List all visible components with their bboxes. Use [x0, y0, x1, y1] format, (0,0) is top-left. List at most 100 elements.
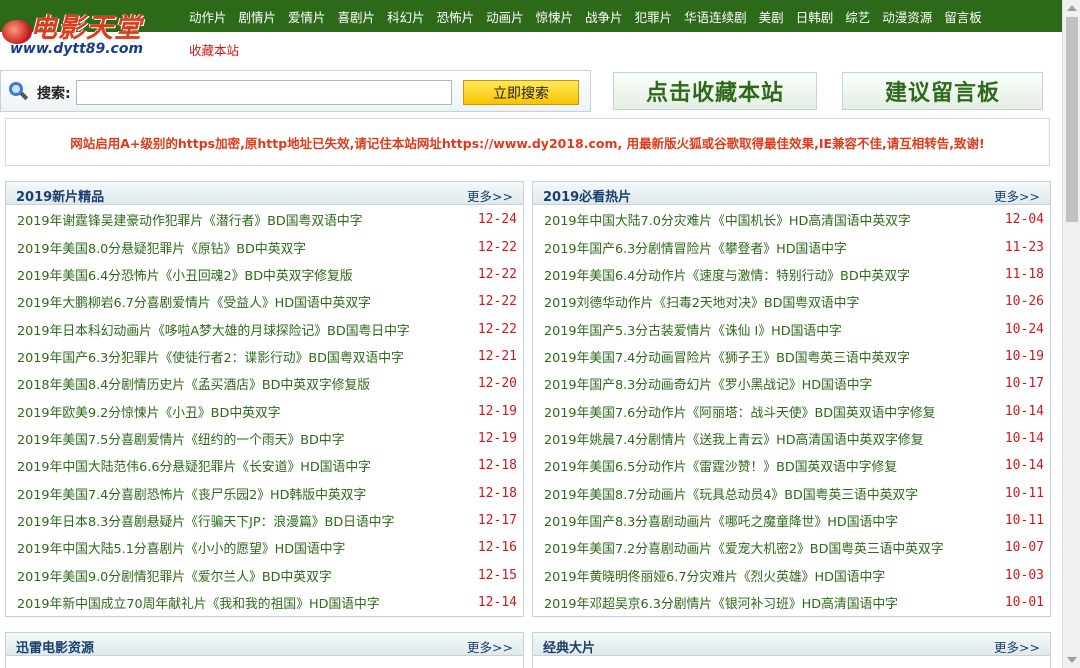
- movie-date: 12-22: [477, 321, 517, 337]
- movie-title-link[interactable]: 2019年国产6.3分剧情冒险片《攀登者》HD国语中字: [544, 238, 847, 257]
- movie-title-link[interactable]: 2018年美国8.4分剧情历史片《孟买酒店》BD中英双字修复版: [17, 374, 370, 393]
- list-item[interactable]: 2019年美国7.4分喜剧恐怖片《丧尸乐园2》HD韩版中英双字 12-18: [6, 479, 523, 506]
- list-item[interactable]: 2019年美国6.4分恐怖片《小丑回魂2》BD中英双字修复版 12-22: [6, 261, 523, 288]
- movie-title-link[interactable]: 2019年中国大陆5.1分喜剧片《小小的愿望》HD国语中字: [17, 538, 345, 557]
- list-item[interactable]: 2018年美国8.4分剧情历史片《孟买酒店》BD中英双字修复版 12-20: [6, 370, 523, 397]
- nav-item[interactable]: 恐怖片: [431, 7, 481, 26]
- movie-date: 12-19: [477, 403, 517, 419]
- nav-item[interactable]: 动画片: [480, 7, 530, 26]
- list-item[interactable]: 2019年美国6.5分动作片《雷霆沙赞！》BD国英双语中字修复 10-14: [533, 452, 1050, 479]
- panel-hot-2019: 2019必看热片 更多>> 2019年中国大陆7.0分灾难片《中国机长》HD高清…: [532, 181, 1051, 617]
- more-link[interactable]: 更多>>: [467, 186, 513, 205]
- nav-item[interactable]: 爱情片: [282, 7, 332, 26]
- list-item[interactable]: 2019年日本科幻动画片《哆啦A梦大雄的月球探险记》BD国粤日中字 12-22: [6, 315, 523, 342]
- movie-title-link[interactable]: 2019年美国6.5分动作片《雷霆沙赞！》BD国英双语中字修复: [544, 456, 897, 475]
- movie-title-link[interactable]: 2019年美国7.4分喜剧恐怖片《丧尸乐园2》HD韩版中英双字: [17, 484, 366, 503]
- movie-title-link[interactable]: 2019年美国8.0分悬疑犯罪片《原钻》BD中英双字: [17, 238, 306, 257]
- movie-title-link[interactable]: 2019年谢霆锋吴建豪动作犯罪片《潜行者》BD国粤双语中字: [17, 210, 363, 229]
- movie-title-link[interactable]: 2019年国产8.3分动画奇幻片《罗小黑战记》HD国语中字: [544, 374, 872, 393]
- movie-title-link[interactable]: 2019年新中国成立70周年献礼片《我和我的祖国》HD国语中字: [17, 593, 380, 612]
- nav-item[interactable]: 日韩剧: [790, 7, 840, 26]
- scroll-up-icon[interactable]: [1067, 5, 1077, 11]
- list-item[interactable]: 2019年美国6.4分动作片《速度与激情：特别行动》BD中英双字 11-18: [533, 261, 1050, 288]
- list-item[interactable]: 2019年美国8.0分悬疑犯罪片《原钻》BD中英双字 12-22: [6, 233, 523, 260]
- nav-item[interactable]: 惊悚片: [530, 7, 580, 26]
- list-item[interactable]: 2019年中国大陆5.1分喜剧片《小小的愿望》HD国语中字 12-16: [6, 534, 523, 561]
- list-item[interactable]: 2019年国产6.3分剧情冒险片《攀登者》HD国语中字 11-23: [533, 233, 1050, 260]
- movie-date: 12-16: [477, 540, 517, 556]
- list-item[interactable]: 2019年邓超吴京6.3分剧情片《银河补习班》HD高清国语中字 10-01: [533, 589, 1050, 616]
- nav-item[interactable]: 战争片: [579, 7, 629, 26]
- nav-item[interactable]: 喜剧片: [332, 7, 382, 26]
- search-button[interactable]: 立即搜索: [463, 80, 579, 105]
- movie-title-link[interactable]: 2019年美国6.4分恐怖片《小丑回魂2》BD中英双字修复版: [17, 265, 353, 284]
- list-item[interactable]: 2019年欧美9.2分惊悚片《小丑》BD中英双字 12-19: [6, 397, 523, 424]
- list-item[interactable]: 2019年国产8.3分动画奇幻片《罗小黑战记》HD国语中字 10-17: [533, 370, 1050, 397]
- movie-title-link[interactable]: 2019年欧美9.2分惊悚片《小丑》BD中英双字: [17, 402, 281, 421]
- list-item[interactable]: 2019年中国大陆范伟6.6分悬疑犯罪片《长安道》HD国语中字 12-18: [6, 452, 523, 479]
- movie-title-link[interactable]: 2019年美国6.4分动作片《速度与激情：特别行动》BD中英双字: [544, 265, 910, 284]
- movie-title-link[interactable]: 2019年中国大陆7.0分灾难片《中国机长》HD高清国语中英双字: [544, 210, 911, 229]
- message-board-button[interactable]: 建议留言板: [842, 72, 1043, 110]
- movie-title-link[interactable]: 2019年美国7.2分喜剧动画片《爱宠大机密2》BD国粤英三语中英双字: [544, 538, 944, 557]
- movie-title-link[interactable]: 2019年美国7.4分动画冒险片《狮子王》BD国粤英三语中英双字: [544, 347, 910, 366]
- list-item[interactable]: 2019年国产5.3分古装爱情片《诛仙 Ⅰ》HD国语中字 10-24: [533, 315, 1050, 342]
- site-logo[interactable]: 电影天堂 www.dytt89.com: [0, 4, 182, 60]
- list-item[interactable]: 2019年黄晓明佟丽娅6.7分灾难片《烈火英雄》HD国语中字 10-03: [533, 561, 1050, 588]
- list-item[interactable]: 2019年美国8.7分动画片《玩具总动员4》BD国粤英三语中英双字 10-11: [533, 479, 1050, 506]
- more-link[interactable]: 更多>>: [994, 186, 1040, 205]
- nav-item[interactable]: 华语连续剧: [678, 7, 753, 26]
- nav-item[interactable]: 剧情片: [233, 7, 283, 26]
- nav-item[interactable]: 动作片: [183, 7, 233, 26]
- list-item[interactable]: 2019年国产8.3分喜剧动画片《哪吒之魔童降世》HD国语中字 10-11: [533, 507, 1050, 534]
- favorite-link[interactable]: 收藏本站: [189, 40, 239, 59]
- more-link[interactable]: 更多>>: [467, 637, 513, 656]
- movie-title-link[interactable]: 2019年美国8.7分动画片《玩具总动员4》BD国粤英三语中英双字: [544, 484, 918, 503]
- movie-title-link[interactable]: 2019年美国7.6分动作片《阿丽塔：战斗天使》BD国英双语中字修复: [544, 402, 935, 421]
- panel-title: 2019新片精品: [16, 190, 105, 205]
- nav-item[interactable]: 综艺: [839, 7, 876, 26]
- list-item[interactable]: 2019年新中国成立70周年献礼片《我和我的祖国》HD国语中字 12-14: [6, 589, 523, 616]
- scroll-down-icon[interactable]: [1067, 657, 1077, 663]
- list-item[interactable]: 2019年日本8.3分喜剧悬疑片《行骗天下JP：浪漫篇》BD日语中字 12-17: [6, 507, 523, 534]
- movie-title-link[interactable]: 2019年姚晨7.4分剧情片《送我上青云》HD高清国语中英双字修复: [544, 429, 924, 448]
- movie-title-link[interactable]: 2019年中国大陆范伟6.6分悬疑犯罪片《长安道》HD国语中字: [17, 456, 371, 475]
- list-item[interactable]: 2019年姚晨7.4分剧情片《送我上青云》HD高清国语中英双字修复 10-14: [533, 425, 1050, 452]
- movie-title-link[interactable]: 2019年美国7.5分喜剧爱情片《纽约的一个雨天》BD中字: [17, 429, 345, 448]
- movie-title-link[interactable]: 2019刘德华动作片《扫毒2天地对决》BD国粤双语中字: [544, 292, 859, 311]
- movie-date: 12-19: [477, 430, 517, 446]
- search-icon: [9, 82, 29, 101]
- movie-date: 12-22: [477, 294, 517, 310]
- list-item[interactable]: 2019年美国9.0分剧情犯罪片《爱尔兰人》BD中英双字 12-15: [6, 561, 523, 588]
- nav-item[interactable]: 留言板: [938, 7, 988, 26]
- movie-title-link[interactable]: 2019年国产6.3分犯罪片《使徒行者2：谍影行动》BD国粤双语中字: [17, 347, 404, 366]
- favorite-site-button[interactable]: 点击收藏本站: [613, 72, 817, 110]
- movie-title-link[interactable]: 2019年黄晓明佟丽娅6.7分灾难片《烈火英雄》HD国语中字: [544, 566, 885, 585]
- movie-title-link[interactable]: 2019年邓超吴京6.3分剧情片《银河补习班》HD高清国语中字: [544, 593, 898, 612]
- nav-item[interactable]: 犯罪片: [629, 7, 679, 26]
- list-item[interactable]: 2019年美国7.6分动作片《阿丽塔：战斗天使》BD国英双语中字修复 10-14: [533, 397, 1050, 424]
- list-item[interactable]: 2019年大鹏柳岩6.7分喜剧爱情片《受益人》HD国语中英双字 12-22: [6, 288, 523, 315]
- list-item[interactable]: 2019年国产6.3分犯罪片《使徒行者2：谍影行动》BD国粤双语中字 12-21: [6, 343, 523, 370]
- nav-item[interactable]: 动漫资源: [876, 7, 938, 26]
- movie-title-link[interactable]: 2019年国产5.3分古装爱情片《诛仙 Ⅰ》HD国语中字: [544, 320, 842, 339]
- movie-title-link[interactable]: 2019年国产8.3分喜剧动画片《哪吒之魔童降世》HD国语中字: [544, 511, 898, 530]
- nav-item[interactable]: 美剧: [753, 7, 790, 26]
- search-input[interactable]: [76, 80, 452, 105]
- movie-title-link[interactable]: 2019年大鹏柳岩6.7分喜剧爱情片《受益人》HD国语中英双字: [17, 292, 371, 311]
- scrollbar-thumb[interactable]: [1066, 17, 1078, 222]
- movie-title-link[interactable]: 2019年日本科幻动画片《哆啦A梦大雄的月球探险记》BD国粤日中字: [17, 320, 410, 339]
- more-link[interactable]: 更多>>: [994, 637, 1040, 656]
- list-item[interactable]: 2019年谢霆锋吴建豪动作犯罪片《潜行者》BD国粤双语中字 12-24: [6, 206, 523, 233]
- list-item[interactable]: 2019年美国7.5分喜剧爱情片《纽约的一个雨天》BD中字 12-19: [6, 425, 523, 452]
- movie-title-link[interactable]: 2019年美国9.0分剧情犯罪片《爱尔兰人》BD中英双字: [17, 566, 332, 585]
- list-item[interactable]: 2019刘德华动作片《扫毒2天地对决》BD国粤双语中字 10-26: [533, 288, 1050, 315]
- vertical-scrollbar[interactable]: [1062, 0, 1080, 668]
- list-item[interactable]: 2019年美国7.4分动画冒险片《狮子王》BD国粤英三语中英双字 10-19: [533, 343, 1050, 370]
- list-item[interactable]: 2019年美国7.2分喜剧动画片《爱宠大机密2》BD国粤英三语中英双字 10-07: [533, 534, 1050, 561]
- nav-item[interactable]: 科幻片: [381, 7, 431, 26]
- backup-url-link[interactable]: 备用网址: [253, 40, 303, 59]
- list-item[interactable]: 2019年中国大陆7.0分灾难片《中国机长》HD高清国语中英双字 12-04: [533, 206, 1050, 233]
- movie-title-link[interactable]: 2019年日本8.3分喜剧悬疑片《行骗天下JP：浪漫篇》BD日语中字: [17, 511, 394, 530]
- movie-date: 10-07: [1004, 540, 1044, 556]
